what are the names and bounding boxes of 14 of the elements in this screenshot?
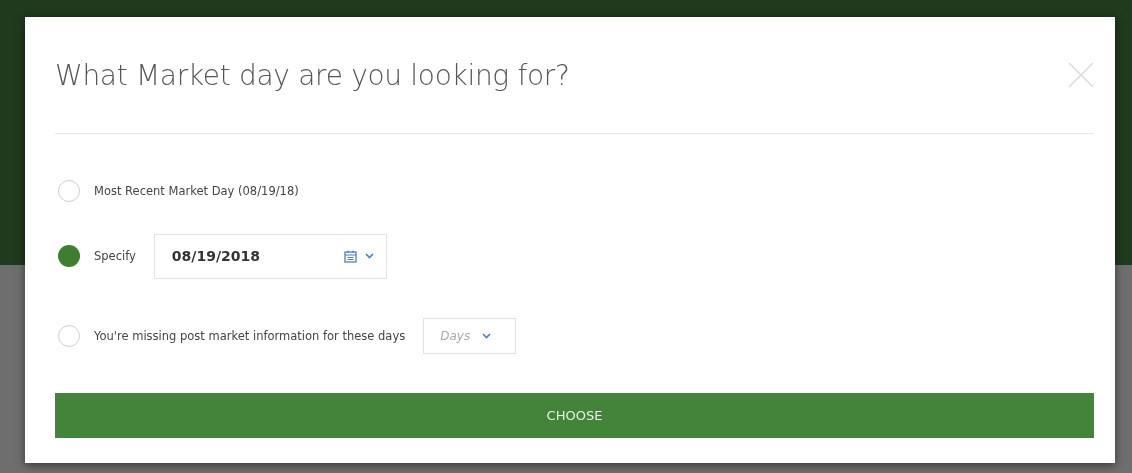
radio-button[interactable] (58, 245, 80, 267)
caret-icon (482, 333, 492, 339)
option-label: Specify (94, 249, 136, 263)
date-field[interactable]: 08/19/2018 (153, 233, 387, 279)
radio-button[interactable] (58, 325, 80, 347)
days-select[interactable]: Days (423, 318, 517, 354)
close-button[interactable] (1068, 62, 1094, 88)
caret-icon (364, 253, 374, 259)
option-label: You're missing post market information for these days (94, 329, 406, 343)
radio-button[interactable] (58, 180, 80, 202)
dialog-title: What Market day are you looking for? (55, 58, 570, 92)
option-label: Most Recent Market Day (08/19/18) (94, 184, 299, 198)
calendar-icon (343, 249, 357, 263)
choose-button[interactable]: CHOOSE (55, 393, 1094, 438)
